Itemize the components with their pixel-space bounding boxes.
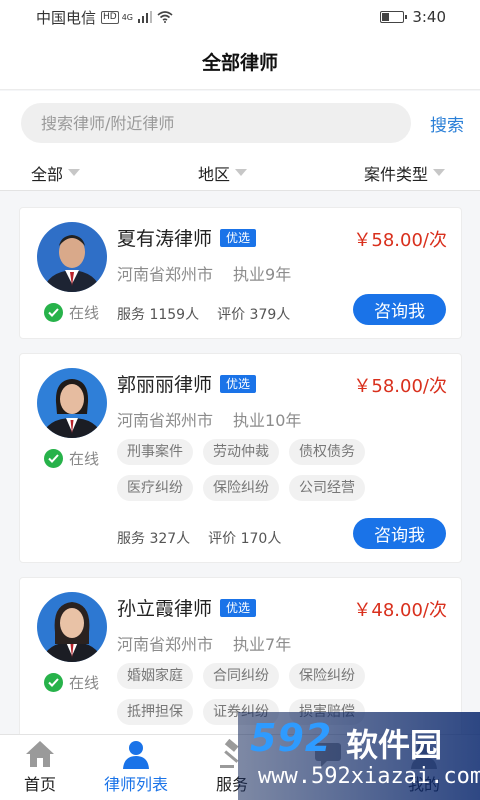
specialty-tag: 保险纠纷 <box>289 663 365 689</box>
specialty-tag: 债权债务 <box>289 439 365 465</box>
specialty-tag: 劳动仲裁 <box>203 439 279 465</box>
tab-lawyer-list[interactable]: 律师列表 <box>96 735 176 800</box>
lawyer-experience: 执业9年 <box>233 265 292 284</box>
signal-icon <box>138 11 153 23</box>
lawyer-portrait-icon <box>37 592 107 662</box>
check-circle-icon <box>44 303 63 322</box>
specialty-tag: 婚姻家庭 <box>117 663 193 689</box>
lawyer-info: 郭丽丽律师 优选 ￥58.00/次 河南省郑州市 执业10年 刑事案件 劳动仲裁… <box>117 370 447 501</box>
status-left: 中国电信 HD 4G <box>36 7 173 28</box>
wifi-icon <box>157 11 173 23</box>
tab-home[interactable]: 首页 <box>0 735 80 800</box>
lawyer-card[interactable]: 在线 孙立霞律师 优选 ￥48.00/次 河南省郑州市 执业7年 婚姻家庭 合同… <box>19 577 462 734</box>
clock-label: 3:40 <box>412 8 446 26</box>
caret-down-icon <box>433 169 446 176</box>
filter-region-label: 地区 <box>198 164 231 184</box>
lawyer-experience: 执业7年 <box>233 635 292 654</box>
watermark-logo: 592 <box>250 716 333 760</box>
online-label: 在线 <box>69 450 100 468</box>
lawyer-location: 河南省郑州市 <box>117 635 214 654</box>
avatar <box>37 368 107 438</box>
caret-down-icon <box>235 169 248 176</box>
caret-down-icon <box>68 169 81 176</box>
consult-button[interactable]: 咨询我 <box>353 294 446 325</box>
filter-row: 全部 地区 案件类型 <box>0 155 480 191</box>
check-circle-icon <box>44 673 63 692</box>
served-count: 服务 1159人 <box>117 307 200 323</box>
search-input[interactable] <box>21 103 411 143</box>
avatar <box>37 592 107 662</box>
review-count: 评价 170人 <box>208 531 282 547</box>
title-bar: 全部律师 <box>0 34 480 90</box>
consult-price: ￥48.00/次 <box>353 600 447 621</box>
lawyer-card[interactable]: 在线 夏有涛律师 优选 ￥58.00/次 河南省郑州市 执业9年 服务 1159… <box>19 207 462 339</box>
hd-icon: HD <box>101 10 119 24</box>
carrier-label: 中国电信 <box>36 8 97 27</box>
filter-all-label: 全部 <box>31 164 64 184</box>
lawyer-portrait-icon <box>37 368 107 438</box>
specialty-tag: 合同纠纷 <box>203 663 279 689</box>
network-label: 4G <box>121 12 134 22</box>
home-icon <box>26 741 54 767</box>
battery-icon <box>380 11 408 23</box>
specialty-tag: 刑事案件 <box>117 439 193 465</box>
lawyer-stats: 服务 1159人 评价 379人 <box>117 304 290 324</box>
lawyer-name: 夏有涛律师 <box>117 228 213 250</box>
tab-home-label: 首页 <box>23 775 56 794</box>
consult-button[interactable]: 咨询我 <box>353 518 446 549</box>
review-count: 评价 379人 <box>217 307 291 323</box>
status-right: 3:40 <box>380 8 446 26</box>
lawyer-location: 河南省郑州市 <box>117 265 214 284</box>
person-icon <box>123 741 149 769</box>
online-status: 在线 <box>44 448 99 469</box>
lawyer-card[interactable]: 在线 郭丽丽律师 优选 ￥58.00/次 河南省郑州市 执业10年 刑事案件 劳… <box>19 353 462 563</box>
lawyer-location: 河南省郑州市 <box>117 411 214 430</box>
consult-price: ￥58.00/次 <box>353 230 447 251</box>
lawyer-info: 夏有涛律师 优选 ￥58.00/次 河南省郑州市 执业9年 <box>117 224 447 285</box>
watermark-url: www.592xiazai.com <box>258 764 480 789</box>
online-status: 在线 <box>44 672 99 693</box>
page-title: 全部律师 <box>201 52 278 74</box>
status-bar: 中国电信 HD 4G 3:40 <box>0 0 480 34</box>
featured-badge: 优选 <box>220 598 257 617</box>
lawyer-list: 在线 夏有涛律师 优选 ￥58.00/次 河南省郑州市 执业9年 服务 1159… <box>0 191 480 734</box>
filter-case-type[interactable]: 案件类型 <box>364 161 446 185</box>
lawyer-portrait-icon <box>37 222 107 292</box>
online-label: 在线 <box>69 304 100 322</box>
tab-lawyer-list-label: 律师列表 <box>103 775 168 794</box>
avatar <box>37 222 107 292</box>
search-row: 搜索 <box>0 91 480 155</box>
lawyer-stats: 服务 327人 评价 170人 <box>117 528 281 548</box>
lawyer-info: 孙立霞律师 优选 ￥48.00/次 河南省郑州市 执业7年 婚姻家庭 合同纠纷 … <box>117 594 447 725</box>
check-circle-icon <box>44 449 63 468</box>
specialty-tag: 抵押担保 <box>117 699 193 725</box>
featured-badge: 优选 <box>220 228 257 247</box>
online-label: 在线 <box>69 674 100 692</box>
watermark-brand: 软件园 <box>346 726 443 764</box>
served-count: 服务 327人 <box>117 531 191 547</box>
specialty-tag: 公司经营 <box>289 475 365 501</box>
filter-region[interactable]: 地区 <box>198 161 248 185</box>
lawyer-name: 孙立霞律师 <box>117 598 213 620</box>
specialty-tag: 保险纠纷 <box>203 475 279 501</box>
lawyer-name: 郭丽丽律师 <box>117 374 213 396</box>
lawyer-experience: 执业10年 <box>233 411 302 430</box>
specialty-tag: 医疗纠纷 <box>117 475 193 501</box>
search-button[interactable]: 搜索 <box>430 111 464 136</box>
filter-all[interactable]: 全部 <box>31 161 81 185</box>
filter-case-type-label: 案件类型 <box>364 164 429 184</box>
featured-badge: 优选 <box>220 374 257 393</box>
watermark-overlay: 592 软件园 www.592xiazai.com <box>238 712 480 800</box>
consult-price: ￥58.00/次 <box>353 376 447 397</box>
specialty-tags: 刑事案件 劳动仲裁 债权债务 医疗纠纷 保险纠纷 公司经营 <box>117 439 377 501</box>
online-status: 在线 <box>44 302 99 323</box>
